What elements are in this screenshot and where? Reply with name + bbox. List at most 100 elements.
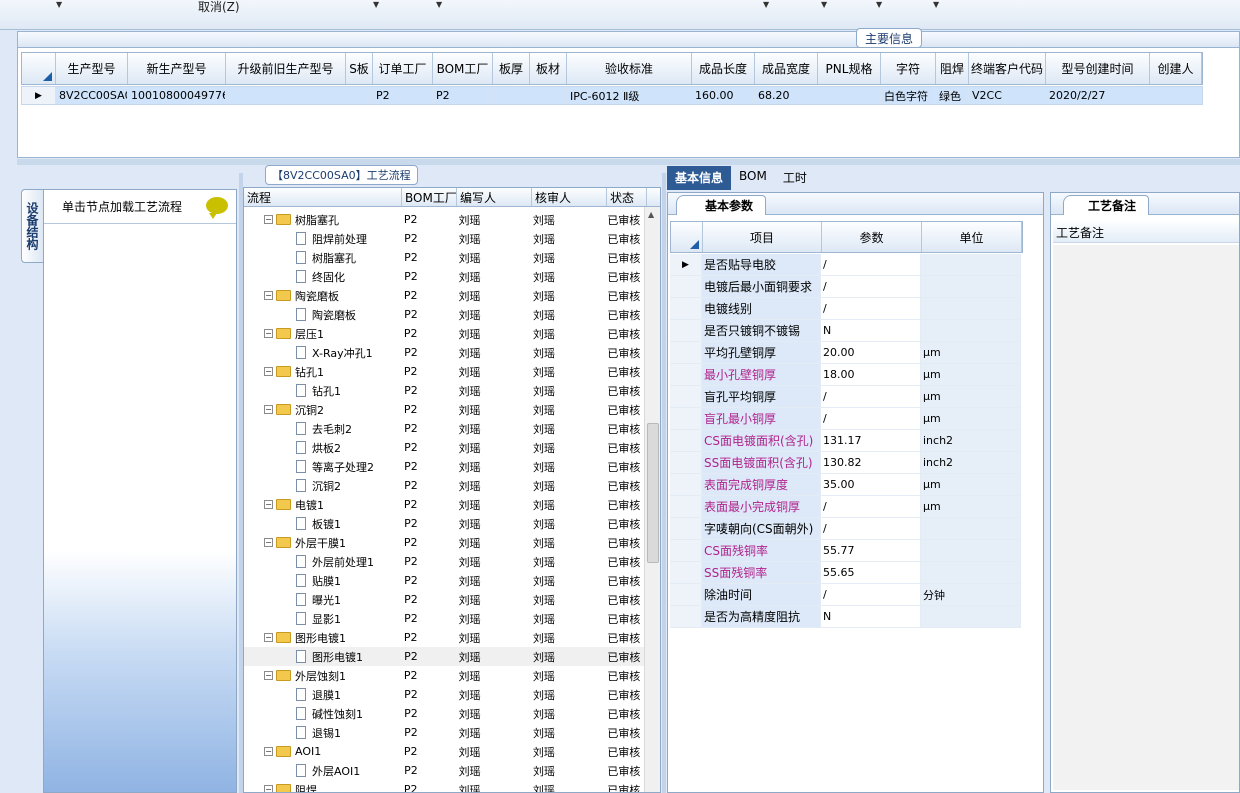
collapse-toggle-icon[interactable]: − (264, 747, 273, 756)
column-header[interactable]: 验收标准 (567, 53, 692, 84)
table-cell[interactable]: P2 (373, 87, 433, 104)
param-row[interactable]: 最小孔壁铜厚 18.00 μm (670, 364, 1021, 386)
tree-node[interactable]: 等离子处理2 (244, 459, 401, 475)
tree-row[interactable]: 外层前处理1 P2 刘瑶 刘瑶 已审核 (244, 552, 644, 571)
tab-process-notes[interactable]: 工艺备注 (1063, 195, 1150, 215)
table-cell[interactable]: 8V2CC00SA0 (56, 87, 128, 104)
tree-row[interactable]: 等离子处理2 P2 刘瑶 刘瑶 已审核 (244, 457, 644, 476)
column-header[interactable]: 订单工厂 (373, 53, 433, 84)
param-row[interactable]: 是否为高精度阻抗 N (670, 606, 1021, 628)
param-value[interactable]: / (821, 408, 921, 429)
column-header[interactable]: 升级前旧生产型号 (226, 53, 346, 84)
tree-node[interactable]: 图形电镀1 (244, 649, 401, 665)
scroll-up-icon[interactable]: ▲ (648, 210, 654, 219)
tree-row[interactable]: X-Ray冲孔1 P2 刘瑶 刘瑶 已审核 (244, 343, 644, 362)
param-row[interactable]: 盲孔平均铜厚 / μm (670, 386, 1021, 408)
tree-row[interactable]: − 树脂塞孔 P2 刘瑶 刘瑶 已审核 (244, 210, 644, 229)
tree-node[interactable]: − 电镀1 (244, 497, 401, 513)
param-column-header[interactable]: 单位 (922, 222, 1022, 252)
dropdown-caret-icon[interactable]: ▼ (373, 0, 379, 9)
tab-basic-info[interactable]: 基本信息 (667, 166, 732, 190)
param-row[interactable]: 盲孔最小铜厚 / μm (670, 408, 1021, 430)
collapse-toggle-icon[interactable]: − (264, 215, 273, 224)
tree-node[interactable]: − 层压1 (244, 326, 401, 342)
tree-row[interactable]: − 外层干膜1 P2 刘瑶 刘瑶 已审核 (244, 533, 644, 552)
tree-node[interactable]: − 陶瓷磨板 (244, 288, 401, 304)
param-column-header[interactable]: 项目 (703, 222, 822, 252)
param-row[interactable]: ▶ 是否贴导电胶 / (670, 254, 1021, 276)
tree-row[interactable]: 树脂塞孔 P2 刘瑶 刘瑶 已审核 (244, 248, 644, 267)
tree-node[interactable]: 外层AOI1 (244, 763, 401, 779)
param-value[interactable]: / (821, 518, 921, 539)
vertical-splitter[interactable] (662, 173, 666, 793)
table-cell[interactable]: 10010800049776 (128, 87, 226, 104)
param-value[interactable]: / (821, 254, 921, 275)
column-header[interactable]: 板厚 (493, 53, 530, 84)
tree-row[interactable]: 烘板2 P2 刘瑶 刘瑶 已审核 (244, 438, 644, 457)
table-cell[interactable] (1150, 87, 1202, 104)
tree-column-header[interactable]: 编写人 (457, 188, 532, 206)
param-value[interactable]: / (821, 496, 921, 517)
column-header[interactable]: 成品长度 (692, 53, 755, 84)
column-header[interactable]: 生产型号 (56, 53, 128, 84)
table-cell[interactable] (530, 87, 567, 104)
horizontal-splitter[interactable] (17, 159, 1240, 165)
column-header[interactable]: 成品宽度 (755, 53, 818, 84)
tab-basic-params[interactable]: 基本参数 (676, 195, 767, 215)
param-value[interactable]: 55.65 (821, 562, 921, 583)
collapse-toggle-icon[interactable]: − (264, 785, 273, 792)
tree-node[interactable]: 陶瓷磨板 (244, 307, 401, 323)
tree-node[interactable]: 钻孔1 (244, 383, 401, 399)
param-value[interactable]: 130.82 (821, 452, 921, 473)
tree-row[interactable]: 钻孔1 P2 刘瑶 刘瑶 已审核 (244, 381, 644, 400)
column-header[interactable]: 型号创建时间 (1046, 53, 1150, 84)
table-cell[interactable] (818, 87, 881, 104)
table-cell[interactable] (346, 87, 373, 104)
column-header[interactable]: 终端客户代码 (969, 53, 1046, 84)
tree-node[interactable]: X-Ray冲孔1 (244, 345, 401, 361)
column-header[interactable]: S板 (346, 53, 373, 84)
column-header[interactable]: BOM工厂 (433, 53, 493, 84)
tree-node[interactable]: 去毛刺2 (244, 421, 401, 437)
tree-row[interactable]: − AOI1 P2 刘瑶 刘瑶 已审核 (244, 742, 644, 761)
dropdown-caret-icon[interactable]: ▼ (933, 0, 939, 9)
tree-node[interactable]: 退锡1 (244, 725, 401, 741)
tree-row[interactable]: 陶瓷磨板 P2 刘瑶 刘瑶 已审核 (244, 305, 644, 324)
collapse-toggle-icon[interactable]: − (264, 329, 273, 338)
column-header[interactable]: 板材 (530, 53, 567, 84)
param-row[interactable]: 电镀后最小面铜要求 / (670, 276, 1021, 298)
table-cell[interactable]: IPC-6012 Ⅱ级 (567, 87, 692, 104)
tree-row[interactable]: − 陶瓷磨板 P2 刘瑶 刘瑶 已审核 (244, 286, 644, 305)
tree-row[interactable]: 退膜1 P2 刘瑶 刘瑶 已审核 (244, 685, 644, 704)
param-value[interactable]: 131.17 (821, 430, 921, 451)
column-header[interactable]: PNL规格 (818, 53, 881, 84)
tree-row[interactable]: − 电镀1 P2 刘瑶 刘瑶 已审核 (244, 495, 644, 514)
param-row[interactable]: 除油时间 / 分钟 (670, 584, 1021, 606)
tree-node[interactable]: − 阻焊 (244, 782, 401, 792)
param-row[interactable]: SS面残铜率 55.65 (670, 562, 1021, 584)
dropdown-caret-icon[interactable]: ▼ (876, 0, 882, 9)
collapse-toggle-icon[interactable]: − (264, 500, 273, 509)
table-cell[interactable]: 160.00 (692, 87, 755, 104)
dropdown-caret-icon[interactable]: ▼ (56, 0, 62, 9)
tree-node[interactable]: 碱性蚀刻1 (244, 706, 401, 722)
param-value[interactable]: / (821, 298, 921, 319)
tree-node[interactable]: − 外层干膜1 (244, 535, 401, 551)
collapse-toggle-icon[interactable]: − (264, 291, 273, 300)
tree-row[interactable]: − 图形电镀1 P2 刘瑶 刘瑶 已审核 (244, 628, 644, 647)
collapse-toggle-icon[interactable]: − (264, 367, 273, 376)
tree-row[interactable]: 碱性蚀刻1 P2 刘瑶 刘瑶 已审核 (244, 704, 644, 723)
table-cell[interactable]: P2 (433, 87, 493, 104)
table-row[interactable]: ▶ 8V2CC00SA0 10010800049776 P2 P2 IPC-6012 Ⅱ级… (21, 86, 1203, 105)
table-cell[interactable]: 白色字符 (881, 87, 936, 104)
tree-row[interactable]: − 外层蚀刻1 P2 刘瑶 刘瑶 已审核 (244, 666, 644, 685)
tab-work-hours[interactable]: 工时 (775, 166, 815, 190)
param-row[interactable]: 表面完成铜厚度 35.00 μm (670, 474, 1021, 496)
collapse-toggle-icon[interactable]: − (264, 538, 273, 547)
tree-row[interactable]: − 层压1 P2 刘瑶 刘瑶 已审核 (244, 324, 644, 343)
tree-row[interactable]: 贴膜1 P2 刘瑶 刘瑶 已审核 (244, 571, 644, 590)
param-value[interactable]: 18.00 (821, 364, 921, 385)
table-cell[interactable]: V2CC (969, 87, 1046, 104)
param-value[interactable]: 20.00 (821, 342, 921, 363)
collapse-toggle-icon[interactable]: − (264, 671, 273, 680)
